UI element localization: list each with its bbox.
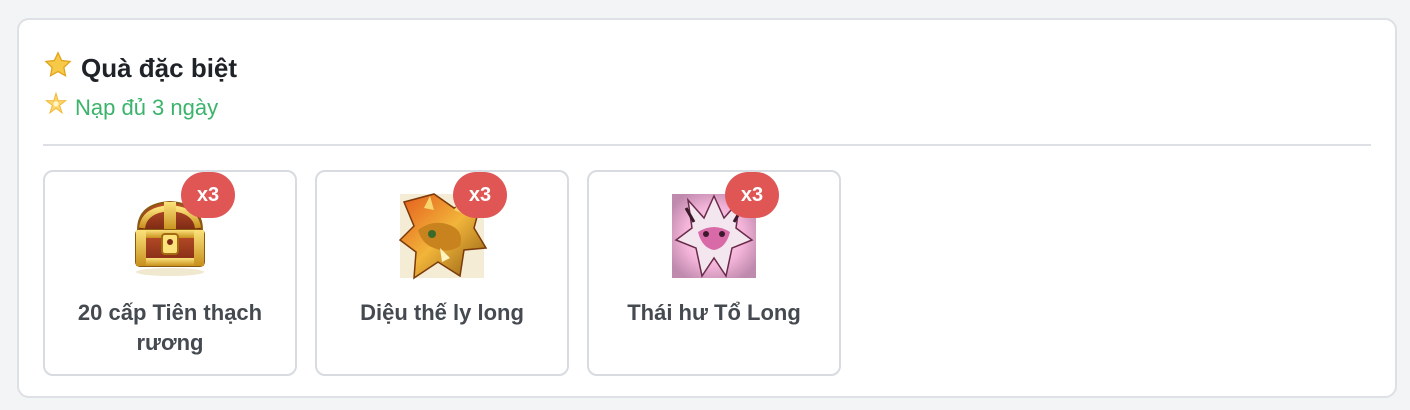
- sparkle-star-icon: [43, 91, 69, 123]
- special-gift-panel: Quà đặc biệt Nạp đủ 3 ngày x3 20 cấp Tiê…: [17, 18, 1397, 398]
- gift-name: Diệu thế ly long: [360, 300, 524, 325]
- section-header: Quà đặc biệt: [43, 50, 237, 85]
- section-title: Quà đặc biệt: [81, 52, 238, 83]
- gift-name: 20 cấp Tiên thạch rương: [77, 300, 263, 355]
- condition-row: Nạp đủ 3 ngày: [43, 91, 219, 123]
- quantity-badge: x3: [725, 172, 779, 218]
- gift-card-treasure-chest[interactable]: x3 20 cấp Tiên thạch rương: [43, 170, 297, 376]
- gift-card-pink-dragon[interactable]: x3 Thái hư Tổ Long: [587, 170, 841, 376]
- gift-list: x3 20 cấp Tiên thạch rương x3 Diệu thế l…: [43, 170, 841, 376]
- condition-text: Nạp đủ 3 ngày: [75, 94, 219, 120]
- star-icon: [43, 50, 73, 85]
- divider: [43, 144, 1371, 146]
- quantity-badge: x3: [181, 172, 235, 218]
- gift-name: Thái hư Tổ Long: [627, 300, 801, 325]
- quantity-badge: x3: [453, 172, 507, 218]
- gift-card-golden-dragon[interactable]: x3 Diệu thế ly long: [315, 170, 569, 376]
